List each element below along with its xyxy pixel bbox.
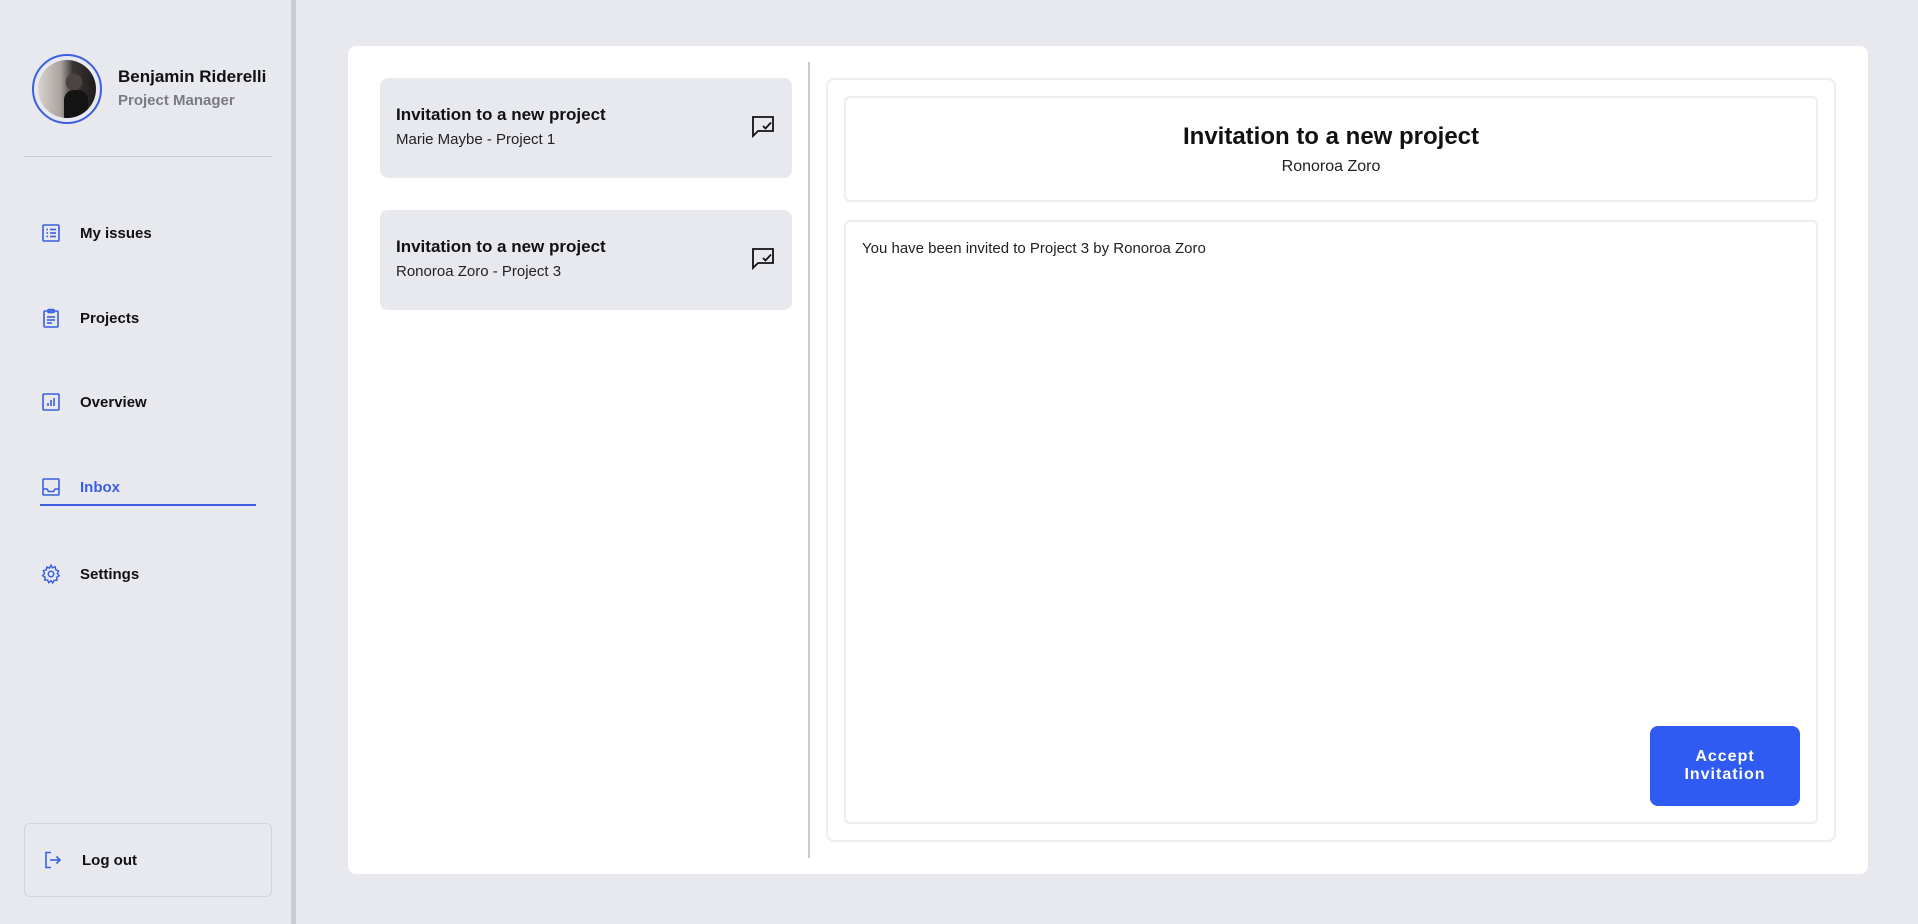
profile-name: Benjamin Riderelli <box>118 67 267 86</box>
sidebar-item-overview[interactable]: Overview <box>40 391 147 413</box>
sidebar-item-settings[interactable]: Settings <box>40 563 139 585</box>
detail-text: You have been invited to Project 3 by Ro… <box>862 240 1206 257</box>
sidebar-item-label: Inbox <box>80 478 120 496</box>
accept-invitation-button[interactable]: Accept Invitation <box>1650 726 1800 806</box>
logout-button[interactable]: Log out <box>24 823 272 897</box>
message-check-icon[interactable] <box>750 246 776 272</box>
list-icon <box>40 222 62 244</box>
message-detail: Invitation to a new project Ronoroa Zoro… <box>826 78 1836 842</box>
panel-divider <box>808 62 810 858</box>
sidebar-divider <box>24 156 272 157</box>
gear-icon <box>40 563 62 585</box>
sidebar-item-label: Settings <box>80 565 140 583</box>
inbox-message[interactable]: Invitation to a new project Marie Maybe … <box>380 78 792 178</box>
profile: Benjamin Riderelli Project Manager <box>32 54 266 124</box>
message-check-icon[interactable] <box>750 114 776 140</box>
message-subtitle: Ronoroa Zoro - Project 3 <box>396 263 562 280</box>
avatar-image <box>38 60 96 118</box>
message-subtitle: Marie Maybe - Project 1 <box>396 131 556 148</box>
active-indicator <box>40 504 256 506</box>
detail-sender: Ronoroa Zoro <box>1281 158 1381 175</box>
sidebar-item-label: Overview <box>80 393 147 411</box>
avatar <box>32 54 102 124</box>
message-title: Invitation to a new project <box>396 105 606 124</box>
inbox-icon <box>40 476 62 498</box>
detail-title: Invitation to a new project <box>1182 123 1480 150</box>
detail-header: Invitation to a new project Ronoroa Zoro <box>844 96 1818 202</box>
sidebar-item-my-issues[interactable]: My issues <box>40 222 152 244</box>
sidebar: Benjamin Riderelli Project Manager My is… <box>0 0 296 924</box>
profile-text: Benjamin Riderelli Project Manager <box>118 66 266 112</box>
sidebar-item-projects[interactable]: Projects <box>40 307 139 329</box>
sidebar-item-label: Projects <box>80 309 140 327</box>
logout-label: Log out <box>82 851 137 869</box>
message-title: Invitation to a new project <box>396 237 606 256</box>
inbox-message[interactable]: Invitation to a new project Ronoroa Zoro… <box>380 210 792 310</box>
clipboard-icon <box>40 307 62 329</box>
chart-icon <box>40 391 62 413</box>
app: Benjamin Riderelli Project Manager My is… <box>0 0 1918 924</box>
main-card: Invitation to a new project Marie Maybe … <box>348 46 1868 874</box>
sidebar-item-label: My issues <box>80 224 152 242</box>
sidebar-item-inbox[interactable]: Inbox <box>40 476 120 498</box>
inbox-list: Invitation to a new project Marie Maybe … <box>380 78 792 342</box>
profile-role: Project Manager <box>118 92 235 109</box>
logout-icon <box>42 849 64 871</box>
detail-body: You have been invited to Project 3 by Ro… <box>844 220 1818 824</box>
